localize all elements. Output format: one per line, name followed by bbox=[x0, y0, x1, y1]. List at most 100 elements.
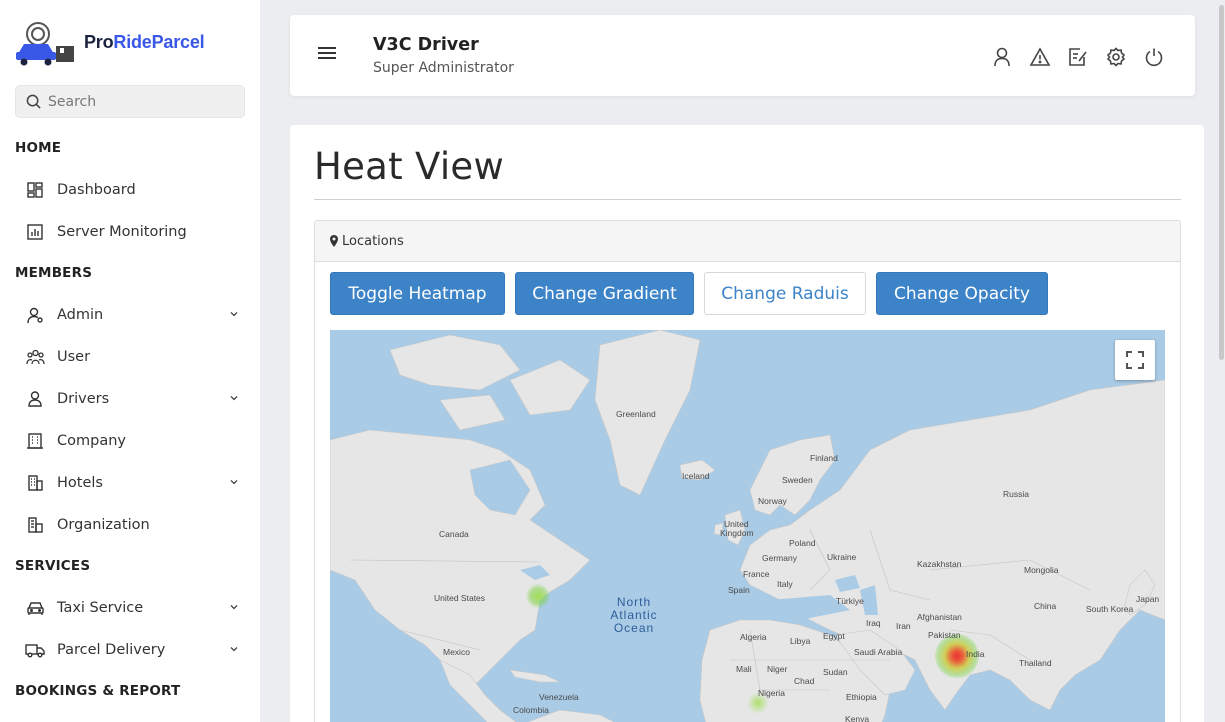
sidebar-item-label: Admin bbox=[57, 307, 103, 323]
map-label: Niger bbox=[767, 664, 787, 674]
fullscreen-icon bbox=[1126, 351, 1144, 369]
sidebar-item-label: Hotels bbox=[57, 475, 103, 491]
dashboard-icon bbox=[25, 180, 45, 200]
main-card: Heat View Locations Toggle Heatmap Chang… bbox=[290, 125, 1204, 722]
panel-title: Locations bbox=[342, 234, 404, 249]
sidebar-item-label: Parcel Delivery bbox=[57, 642, 165, 658]
chevron-down-icon bbox=[229, 477, 239, 487]
map-label: Pakistan bbox=[928, 630, 961, 640]
section-bookings-report: BOOKINGS & REPORT bbox=[15, 683, 180, 699]
map-label: Poland bbox=[789, 538, 815, 548]
settings-icon[interactable] bbox=[1104, 45, 1128, 69]
change-opacity-button[interactable]: Change Opacity bbox=[876, 272, 1048, 315]
chart-icon bbox=[25, 222, 45, 242]
sidebar-item-label: Dashboard bbox=[57, 182, 136, 198]
map-label: Thailand bbox=[1019, 658, 1052, 668]
sidebar-item-company[interactable]: Company bbox=[25, 426, 245, 456]
sidebar-item-admin[interactable]: Admin bbox=[25, 300, 245, 330]
power-icon[interactable] bbox=[1142, 45, 1166, 69]
map-label: Kazakhstan bbox=[917, 559, 961, 569]
map-label: Venezuela bbox=[539, 692, 579, 702]
search-icon bbox=[26, 94, 41, 109]
section-services: SERVICES bbox=[15, 558, 90, 574]
map-label: Sudan bbox=[823, 667, 848, 677]
map-label: China bbox=[1034, 601, 1056, 611]
map-label: Iraq bbox=[866, 618, 881, 628]
sidebar-item-taxi-service[interactable]: Taxi Service bbox=[25, 593, 245, 623]
sidebar-item-hotels[interactable]: Hotels bbox=[25, 468, 245, 498]
ocean-label-line: Ocean bbox=[602, 622, 666, 635]
map-label: Canada bbox=[439, 529, 469, 539]
menu-toggle-icon[interactable] bbox=[318, 47, 336, 61]
map-marker-icon bbox=[330, 235, 338, 247]
edit-icon[interactable] bbox=[1066, 45, 1090, 69]
map-label: Egypt bbox=[823, 631, 845, 641]
map-label: Iran bbox=[896, 621, 911, 631]
sidebar-item-server-monitoring[interactable]: Server Monitoring bbox=[25, 217, 245, 247]
map-label: Mexico bbox=[443, 647, 470, 657]
page-title: Heat View bbox=[314, 145, 504, 188]
brand-logo[interactable]: ProRideParcel bbox=[14, 18, 204, 66]
map-label: Greenland bbox=[616, 409, 656, 419]
panel-header: Locations bbox=[315, 221, 1180, 262]
sidebar-item-label: Organization bbox=[57, 517, 150, 533]
sidebar-item-label: Server Monitoring bbox=[57, 224, 187, 240]
sidebar-item-label: User bbox=[57, 349, 90, 365]
map-label: Libya bbox=[790, 636, 810, 646]
map-label: Kingdom bbox=[720, 528, 754, 538]
chevron-down-icon bbox=[229, 602, 239, 612]
chevron-down-icon bbox=[229, 644, 239, 654]
map-label: Spain bbox=[728, 585, 750, 595]
sidebar-item-label: Taxi Service bbox=[57, 600, 143, 616]
scrollbar-thumb[interactable] bbox=[1219, 5, 1224, 360]
sidebar-item-user[interactable]: User bbox=[25, 342, 245, 372]
logo-icon bbox=[14, 18, 76, 66]
map-label: Norway bbox=[758, 496, 787, 506]
sidebar-item-dashboard[interactable]: Dashboard bbox=[25, 175, 245, 205]
driver-icon bbox=[25, 389, 45, 409]
map-label: Italy bbox=[777, 579, 793, 589]
map-label: Germany bbox=[762, 553, 797, 563]
map-label: Chad bbox=[794, 676, 814, 686]
map-label: Kenya bbox=[845, 714, 869, 722]
sidebar-item-organization[interactable]: Organization bbox=[25, 510, 245, 540]
heatmap-map[interactable]: Greenland Iceland Finland Sweden Norway … bbox=[330, 330, 1165, 722]
map-label: India bbox=[966, 649, 984, 659]
sidebar-item-drivers[interactable]: Drivers bbox=[25, 384, 245, 414]
map-label: Algeria bbox=[740, 632, 766, 642]
sidebar-item-label: Drivers bbox=[57, 391, 109, 407]
change-gradient-button[interactable]: Change Gradient bbox=[515, 272, 694, 315]
fullscreen-button[interactable] bbox=[1115, 340, 1155, 380]
change-radius-button[interactable]: Change Raduis bbox=[704, 272, 866, 315]
profile-icon[interactable] bbox=[990, 45, 1014, 69]
organization-icon bbox=[25, 515, 45, 535]
heat-spot-us-east bbox=[526, 584, 550, 608]
map-label: Sweden bbox=[782, 475, 813, 485]
map-label: Iceland bbox=[682, 471, 709, 481]
brand-name: ProRideParcel bbox=[84, 32, 204, 53]
users-icon bbox=[25, 347, 45, 367]
top-header: V3C Driver Super Administrator bbox=[290, 15, 1195, 96]
hotel-icon bbox=[25, 473, 45, 493]
truck-icon bbox=[25, 640, 45, 660]
map-label: Saudi Arabia bbox=[854, 647, 902, 657]
map-label: Colombia bbox=[513, 705, 549, 715]
map-label: Finland bbox=[810, 453, 838, 463]
map-label: United States bbox=[434, 593, 485, 603]
map-label: Ukraine bbox=[827, 552, 856, 562]
map-label: Nigeria bbox=[758, 688, 785, 698]
search-input[interactable] bbox=[48, 94, 228, 110]
user-role: Super Administrator bbox=[373, 60, 514, 76]
page-scrollbar[interactable] bbox=[1217, 0, 1225, 722]
user-name: V3C Driver bbox=[373, 35, 479, 55]
section-members: MEMBERS bbox=[15, 265, 92, 281]
chevron-down-icon bbox=[229, 309, 239, 319]
toggle-heatmap-button[interactable]: Toggle Heatmap bbox=[330, 272, 505, 315]
building-icon bbox=[25, 431, 45, 451]
sidebar-item-parcel-delivery[interactable]: Parcel Delivery bbox=[25, 635, 245, 665]
map-label: France bbox=[743, 569, 769, 579]
map-label: Ethiopia bbox=[846, 692, 877, 702]
search-box[interactable] bbox=[15, 85, 245, 118]
ocean-label: North Atlantic Ocean bbox=[602, 596, 666, 635]
alert-icon[interactable] bbox=[1028, 45, 1052, 69]
